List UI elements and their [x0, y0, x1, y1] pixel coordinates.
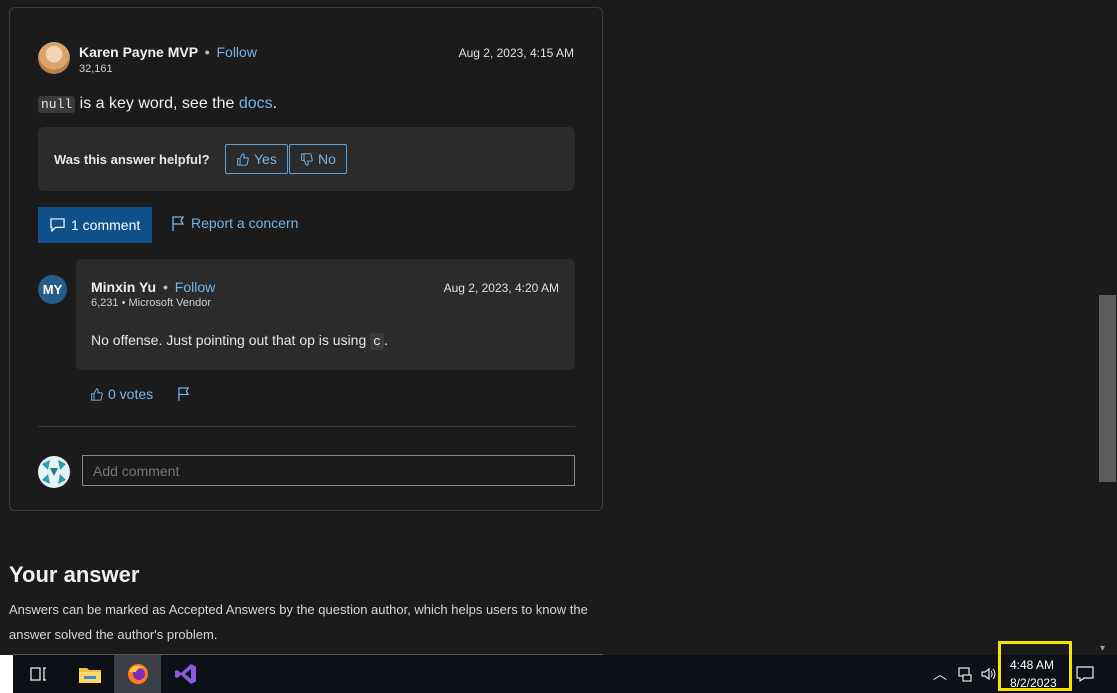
thumbs-up-icon [237, 152, 249, 166]
taskbar-edge [0, 655, 13, 693]
separator-dot: • [204, 44, 210, 60]
comments-toggle-label: 1 comment [71, 217, 141, 233]
your-answer-help-text: Answers can be marked as Accepted Answer… [9, 602, 588, 642]
file-explorer-icon[interactable] [68, 655, 112, 693]
user-identicon-icon [42, 460, 66, 484]
comment-card: Minxin Yu • Follow 6,231 • Microsoft Ven… [76, 259, 575, 370]
flag-icon [172, 215, 185, 231]
comment-author-meta: 6,231 • Microsoft Vendor [91, 297, 212, 309]
answer-body: null is a key word, see the docs. [38, 95, 277, 113]
flag-icon [178, 387, 190, 401]
helpful-feedback-panel: Was this answer helpful? Yes No [38, 127, 575, 191]
comment-text-before-code: No offense. Just pointing out that op is… [91, 332, 371, 348]
comment-text-after-code: . [383, 332, 388, 348]
chevron-up-icon[interactable]: ︿ [933, 664, 947, 684]
comment-votes-label: 0 votes [108, 386, 154, 402]
no-label: No [318, 151, 336, 167]
thumbs-up-icon [91, 387, 103, 401]
answer-author-name[interactable]: Karen Payne MVP [79, 44, 198, 60]
helpful-question: Was this answer helpful? [54, 152, 210, 167]
answer-timestamp: Aug 2, 2023, 4:15 AM [458, 46, 574, 60]
answer-text-before-link: is a key word, see the [75, 95, 239, 112]
network-icon[interactable] [957, 666, 973, 685]
follow-author-link[interactable]: Follow [216, 44, 256, 60]
divider [38, 426, 575, 427]
scrollbar-thumb[interactable] [1099, 295, 1116, 482]
volume-icon[interactable] [980, 666, 996, 685]
comment-body: No offense. Just pointing out that op is… [91, 332, 388, 350]
taskbar-clock-date[interactable]: 8/2/2023 [1010, 676, 1057, 690]
answer-author-line: Karen Payne MVP • Follow [79, 44, 257, 60]
your-answer-heading: Your answer [9, 562, 140, 587]
taskbar-clock-time[interactable]: 4:48 AM [1010, 658, 1054, 672]
report-comment-button[interactable] [178, 387, 190, 406]
answer-card: Karen Payne MVP • Follow 32,161 Aug 2, 2… [9, 7, 603, 511]
report-concern-link[interactable]: Report a concern [172, 215, 298, 231]
answer-author-avatar[interactable] [38, 42, 70, 74]
comment-upvote-button[interactable]: 0 votes [90, 386, 153, 402]
thumbs-down-icon [301, 152, 313, 166]
answer-author-reputation: 32,161 [79, 63, 113, 75]
task-view-icon[interactable] [20, 655, 56, 693]
current-user-avatar [38, 456, 70, 488]
helpful-yes-button[interactable]: Yes [225, 144, 288, 174]
add-comment-input[interactable] [82, 455, 575, 486]
comments-toggle-button[interactable]: 1 comment [38, 207, 152, 243]
windows-taskbar: ︿ [0, 655, 1117, 693]
report-concern-label: Report a concern [191, 215, 299, 231]
scroll-down-arrow-icon[interactable]: ▾ [1100, 643, 1105, 654]
yes-label: Yes [254, 151, 277, 167]
inline-code: c [370, 333, 384, 350]
helpful-no-button[interactable]: No [289, 144, 347, 174]
comment-author-line: Minxin Yu • Follow [91, 279, 215, 295]
answer-text-after-link: . [272, 95, 278, 112]
page-content: Karen Payne MVP • Follow 32,161 Aug 2, 2… [0, 0, 1117, 655]
visual-studio-icon[interactable] [164, 655, 208, 693]
separator-dot: • [162, 279, 168, 295]
commenter-avatar[interactable]: MY [38, 275, 67, 304]
comment-icon [50, 218, 65, 232]
inline-code: null [38, 96, 76, 113]
comment-author-name[interactable]: Minxin Yu [91, 279, 156, 295]
docs-link[interactable]: docs [239, 95, 273, 112]
follow-commenter-link[interactable]: Follow [175, 279, 215, 295]
notification-icon[interactable] [1076, 665, 1094, 686]
comment-timestamp: Aug 2, 2023, 4:20 AM [443, 281, 559, 295]
firefox-icon[interactable] [114, 655, 161, 693]
